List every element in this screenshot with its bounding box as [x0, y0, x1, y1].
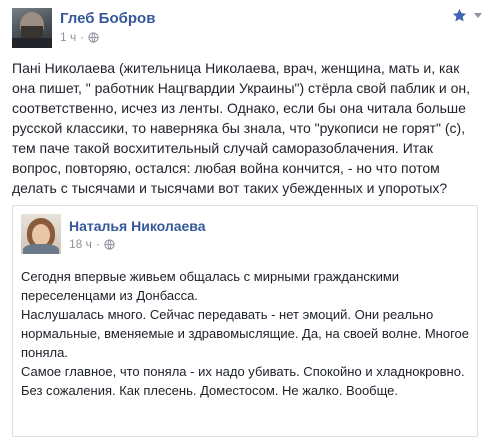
star-icon[interactable]: [452, 8, 467, 23]
author-name[interactable]: Глеб Бобров: [60, 10, 155, 27]
shared-author-avatar[interactable]: [21, 214, 61, 254]
post-meta: 1 ч ·: [60, 30, 99, 44]
shared-post-meta: 18 ч ·: [69, 237, 115, 251]
shared-post-text: Сегодня впервые живьем общалась с мирным…: [21, 269, 469, 398]
shared-post-timestamp[interactable]: 18 ч: [69, 237, 92, 251]
author-avatar[interactable]: [12, 8, 52, 48]
shared-post[interactable]: Наталья Николаева 18 ч · Сегодня впервые…: [12, 205, 478, 437]
shared-author-name[interactable]: Наталья Николаева: [69, 218, 206, 234]
facebook-post: Глеб Бобров 1 ч · Пані Николаева (житель…: [0, 0, 490, 437]
globe-icon[interactable]: [104, 238, 115, 250]
post-timestamp[interactable]: 1 ч: [60, 30, 76, 44]
globe-icon[interactable]: [88, 31, 99, 43]
chevron-down-icon[interactable]: [473, 12, 483, 20]
post-text: Пані Николаева (жительница Николаева, вр…: [12, 60, 471, 196]
